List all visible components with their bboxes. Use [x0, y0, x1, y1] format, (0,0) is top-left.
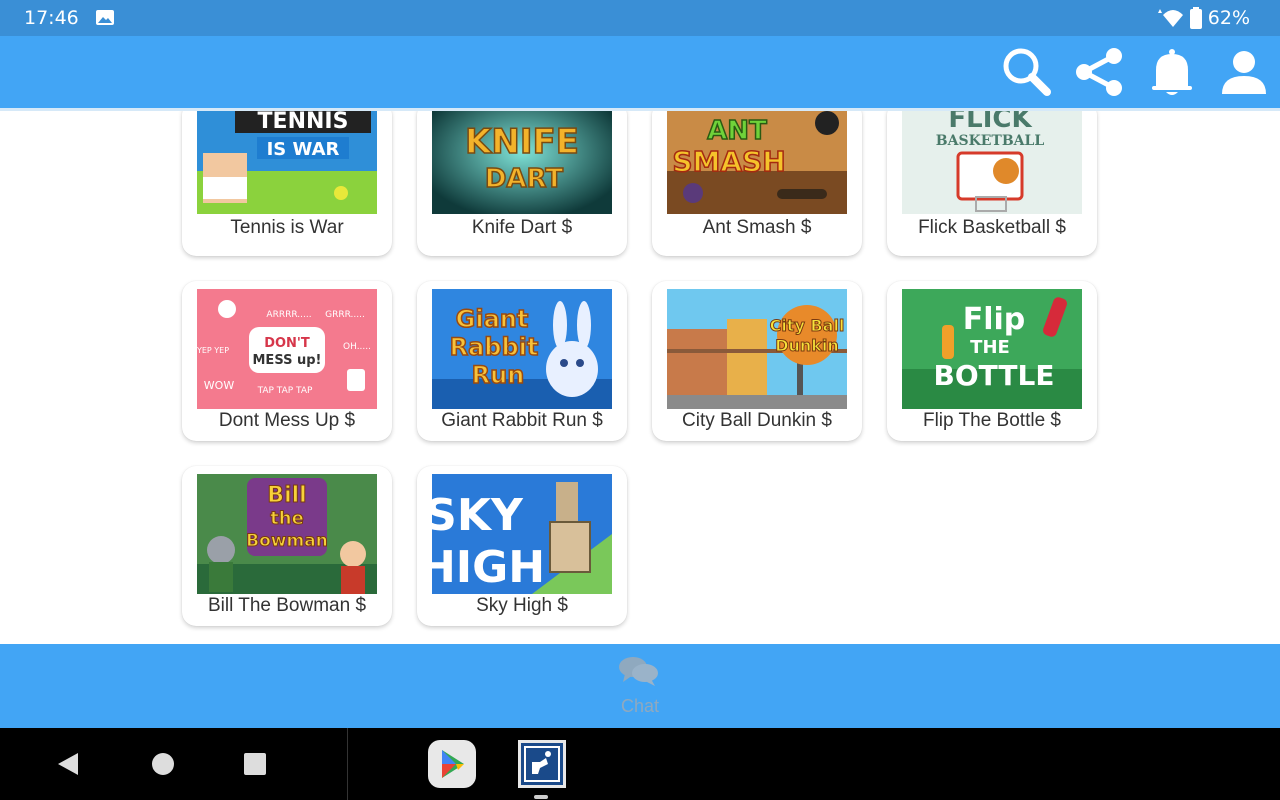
game-thumbnail: City Ball Dunkin	[667, 289, 847, 409]
search-icon[interactable]	[1001, 46, 1053, 98]
svg-text:ANT: ANT	[707, 116, 767, 146]
svg-text:Giant: Giant	[456, 305, 529, 333]
back-icon[interactable]	[56, 751, 82, 777]
game-thumbnail: FLICK BASKETBALL	[902, 111, 1082, 214]
game-title: Giant Rabbit Run $	[441, 410, 603, 431]
game-title: Bill The Bowman $	[207, 595, 367, 616]
chat-label: Chat	[620, 696, 660, 716]
game-thumbnail: Bill the Bowman	[197, 474, 377, 594]
svg-text:DART: DART	[485, 164, 564, 194]
game-title: Dont Mess Up $	[218, 410, 356, 431]
svg-text:HIGH: HIGH	[432, 542, 545, 593]
game-thumbnail: DON'T MESS up! ARRRR..... GRRR..... OH..…	[197, 289, 377, 409]
svg-text:City Ball: City Ball	[770, 316, 845, 335]
share-icon[interactable]	[1074, 46, 1126, 98]
battery-icon	[1189, 7, 1202, 29]
game-thumbnail: Flip THE BOTTLE	[902, 289, 1082, 409]
game-card[interactable]: TENNIS IS WAR Tennis is War	[182, 111, 392, 256]
wifi-icon	[1157, 9, 1183, 27]
game-card[interactable]: ANT SMASH Ant Smash $	[652, 111, 862, 256]
battery-percent: 62%	[1207, 7, 1250, 29]
svg-text:Flip: Flip	[963, 302, 1026, 337]
svg-text:Bill: Bill	[267, 483, 306, 508]
bell-icon[interactable]	[1146, 46, 1198, 98]
svg-text:SMASH: SMASH	[672, 145, 785, 178]
svg-text:GRRR.....: GRRR.....	[325, 310, 365, 320]
status-bar: 17:46 62%	[0, 0, 1280, 36]
svg-text:OH.....: OH.....	[343, 342, 371, 352]
svg-text:Dunkin: Dunkin	[775, 336, 839, 355]
chat-bubbles-icon	[619, 657, 658, 686]
game-thumbnail: ANT SMASH	[667, 111, 847, 214]
game-grid: TENNIS IS WAR Tennis is War KNIFE DART K…	[0, 111, 1280, 644]
status-time: 17:46	[24, 7, 79, 29]
game-thumbnail: KNIFE DART	[432, 111, 612, 214]
recents-icon[interactable]	[244, 753, 266, 775]
svg-text:KNIFE: KNIFE	[465, 122, 579, 162]
svg-text:IS WAR: IS WAR	[267, 139, 340, 160]
svg-text:BASKETBALL: BASKETBALL	[936, 133, 1045, 149]
svg-text:BOTTLE: BOTTLE	[934, 359, 1055, 392]
svg-text:ARRRR.....: ARRRR.....	[266, 310, 311, 320]
game-title: Sky High $	[476, 595, 568, 616]
svg-text:Run: Run	[472, 361, 525, 389]
svg-text:WOW: WOW	[204, 379, 235, 392]
svg-text:MESS up!: MESS up!	[253, 353, 322, 368]
play-store-icon[interactable]	[428, 740, 476, 788]
svg-text:THE: THE	[970, 337, 1010, 358]
game-thumbnail: TENNIS IS WAR	[197, 111, 377, 214]
bottom-bar: Chat	[0, 644, 1280, 728]
image-notification-icon	[96, 10, 114, 25]
game-card[interactable]: Giant Rabbit Run Giant Rabbit Run $	[417, 281, 627, 441]
svg-text:SKY: SKY	[432, 490, 524, 541]
game-card[interactable]: Bill the Bowman Bill The Bowman $	[182, 466, 392, 626]
game-thumbnail: SKY HIGH	[432, 474, 612, 594]
svg-text:TAP TAP TAP: TAP TAP TAP	[257, 386, 313, 396]
accessibility-app-icon[interactable]	[518, 740, 566, 788]
game-title: City Ball Dunkin $	[682, 410, 832, 431]
svg-text:FLICK: FLICK	[948, 111, 1032, 134]
game-card[interactable]: DON'T MESS up! ARRRR..... GRRR..... OH..…	[182, 281, 392, 441]
game-title: Ant Smash $	[702, 217, 812, 238]
game-card[interactable]: City Ball Dunkin City Ball Dunkin $	[652, 281, 862, 441]
account-icon[interactable]	[1218, 46, 1270, 98]
game-title: Knife Dart $	[471, 217, 573, 238]
svg-text:Rabbit: Rabbit	[450, 333, 539, 361]
game-title: Flick Basketball $	[918, 217, 1066, 238]
svg-text:TENNIS: TENNIS	[258, 111, 349, 134]
game-card[interactable]: SKY HIGH Sky High $	[417, 466, 627, 626]
game-card[interactable]: KNIFE DART Knife Dart $	[417, 111, 627, 256]
svg-text:DON'T: DON'T	[264, 336, 310, 351]
system-nav-bar	[0, 728, 1280, 800]
game-title: Flip The Bottle $	[922, 410, 1061, 431]
game-card[interactable]: Flip THE BOTTLE Flip The Bottle $	[887, 281, 1097, 441]
game-title: Tennis is War	[230, 217, 344, 238]
svg-text:the: the	[270, 508, 304, 529]
game-card[interactable]: FLICK BASKETBALL Flick Basketball $	[887, 111, 1097, 256]
svg-text:Bowman: Bowman	[246, 531, 328, 551]
svg-text:YEP YEP: YEP YEP	[197, 346, 229, 355]
status-right: 62%	[1154, 6, 1250, 30]
nav-divider	[347, 728, 348, 800]
game-thumbnail: Giant Rabbit Run	[432, 289, 612, 409]
app-bar	[0, 36, 1280, 111]
home-icon[interactable]	[151, 752, 175, 776]
active-app-indicator	[534, 795, 548, 799]
